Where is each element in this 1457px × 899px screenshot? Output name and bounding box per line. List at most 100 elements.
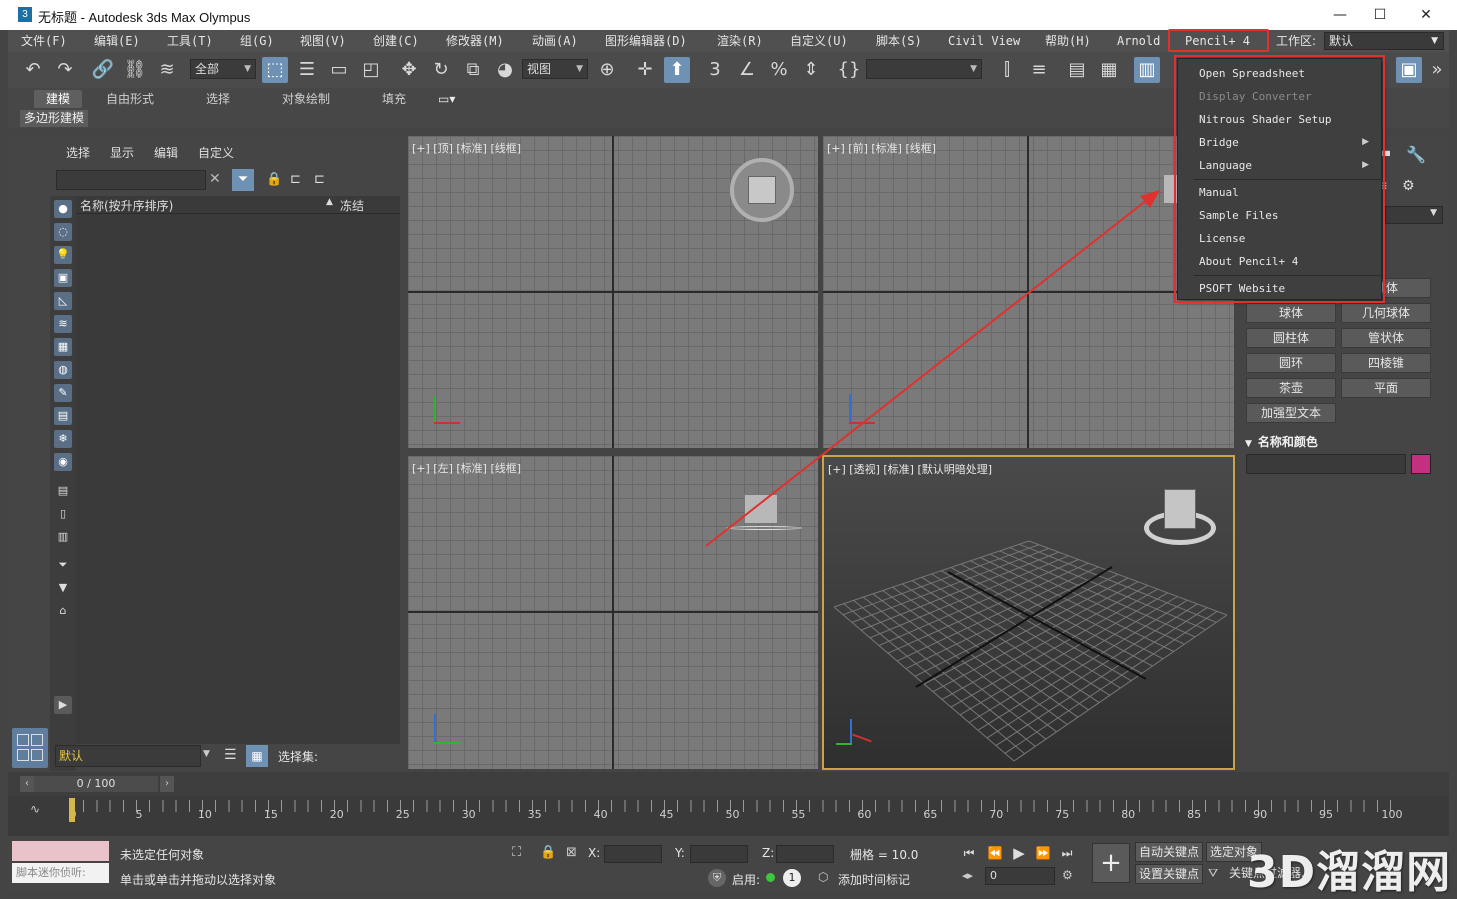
undo-icon[interactable]: ↶ [20, 57, 46, 83]
ribbon-tab-modeling[interactable]: 建模 [34, 90, 83, 108]
selection-filter-dropdown[interactable]: 全部 ▼ [190, 59, 256, 79]
select-by-name-icon[interactable]: ☰ [294, 57, 320, 83]
tube-button[interactable]: 管状体 [1341, 328, 1431, 348]
menu-animation[interactable]: 动画(A) [532, 30, 578, 52]
play-icon[interactable]: ▶ [1010, 845, 1028, 861]
menu-edit[interactable]: 编辑(E) [94, 30, 140, 52]
chevron-down-icon[interactable]: ▼ [203, 749, 210, 759]
rotate-icon[interactable]: ↻ [428, 57, 454, 83]
filter-icon[interactable]: ⏷ [232, 169, 254, 191]
menu-civil-view[interactable]: Civil View [948, 30, 1020, 52]
auto-key-button[interactable]: 自动关键点 [1135, 842, 1204, 862]
select-object-icon[interactable]: ⬚ [262, 57, 288, 83]
time-config-icon[interactable]: ⚙ [1062, 868, 1073, 882]
spinner-snap-icon[interactable]: ⇕ [798, 57, 824, 83]
workspace-dropdown[interactable]: 默认 ▼ [1324, 32, 1444, 50]
menu-modifiers[interactable]: 修改器(M) [446, 30, 504, 52]
spacewarps-filter-icon[interactable]: ≋ [54, 315, 72, 333]
viewport-top[interactable]: [+] [顶] [标准] [线框] [408, 136, 818, 448]
bind-spacewarp-icon[interactable]: ≋ [154, 57, 180, 83]
name-color-rollout-header[interactable]: ▼ 名称和颜色 [1245, 432, 1440, 452]
next-frame-icon[interactable]: › [160, 776, 174, 792]
object-type-dropdown[interactable]: ▼ [1385, 206, 1443, 224]
named-selection-sets-icon[interactable]: {} [836, 57, 862, 83]
render-frame-icon[interactable]: ▣ [1396, 57, 1422, 83]
link-icon[interactable]: 🔗 [90, 57, 116, 83]
menu-arnold[interactable]: Arnold [1117, 30, 1160, 52]
layers-icon[interactable]: ☰ [224, 747, 237, 763]
cameras-filter-icon[interactable]: ▣ [54, 269, 72, 287]
filter-settings-icon[interactable]: ⏷ [54, 556, 72, 574]
window-crossing-icon[interactable]: ◰ [358, 57, 384, 83]
menu-file[interactable]: 文件(F) [21, 30, 67, 52]
explorer-menu-customize[interactable]: 自定义 [198, 144, 234, 161]
prev-frame-icon[interactable]: ‹ [20, 776, 34, 792]
set-key-plus-icon[interactable]: + [1092, 843, 1130, 883]
layer-dropdown[interactable]: 默认 [55, 745, 201, 767]
object-color-swatch[interactable] [1411, 454, 1431, 474]
polygon-modeling-button[interactable]: 多边形建模 [20, 110, 89, 127]
viewport-top-label[interactable]: [+] [顶] [标准] [线框] [412, 140, 521, 156]
rect-selection-icon[interactable]: ▭ [326, 57, 352, 83]
menu-help[interactable]: 帮助(H) [1045, 30, 1091, 52]
object-name-input[interactable] [1246, 454, 1406, 474]
adaptive-degradation-icon[interactable]: ⛨ [708, 869, 726, 887]
ribbon-tab-populate[interactable]: 填充 [382, 90, 406, 108]
viewport-front[interactable]: [+] [前] [标准] [线框] [823, 136, 1234, 448]
ribbon-tab-selection[interactable]: 选择 [206, 90, 230, 108]
prev-key-icon[interactable]: ⏪ [986, 845, 1004, 861]
explorer-search-input[interactable] [56, 170, 206, 190]
scale-icon[interactable]: ⧉ [460, 57, 486, 83]
xrefs-filter-icon[interactable]: ◍ [54, 361, 72, 379]
explorer-menu-edit[interactable]: 编辑 [154, 144, 178, 161]
layer-explorer-icon[interactable]: ▤ [1064, 57, 1090, 83]
move-icon[interactable]: ✥ [396, 57, 422, 83]
lock-icon[interactable]: 🔒 [266, 172, 282, 187]
add-time-tag-label[interactable]: 添加时间标记 [838, 871, 910, 888]
display-all-icon[interactable]: ▤ [54, 482, 72, 500]
scene-object-list[interactable] [76, 214, 400, 744]
named-selection-dropdown[interactable]: ▼ [866, 59, 982, 79]
curve-editor-icon[interactable]: ∿ [30, 802, 40, 816]
maxscript-listener-input[interactable]: 脚本迷你侦听: [12, 863, 109, 883]
isolate-selection-icon[interactable]: ⛶ [512, 845, 521, 860]
textplus-button[interactable]: 加强型文本 [1246, 403, 1336, 423]
key-mode-icon[interactable]: ◂▸ [962, 869, 973, 882]
viewport-left[interactable]: [+] [左] [标准] [线框] [408, 456, 818, 769]
key-filter-icon[interactable]: ⛛ [1208, 866, 1218, 881]
info-one-icon[interactable]: 1 [783, 869, 801, 887]
display-none-icon[interactable]: ▯ [54, 505, 72, 523]
viewport-layout-icon[interactable] [12, 728, 48, 768]
teapot-button[interactable]: 茶壶 [1246, 378, 1336, 398]
menu-group[interactable]: 组(G) [240, 30, 274, 52]
ribbon-toggle-icon[interactable]: ▦ [1096, 57, 1122, 83]
viewport-front-label[interactable]: [+] [前] [标准] [线框] [827, 140, 936, 156]
gears-icon[interactable]: ⚙ [1402, 178, 1415, 194]
time-slider[interactable]: ‹ › [8, 772, 1449, 796]
viewport-perspective[interactable]: [+] [透视] [标准] [默认明暗处理] [822, 455, 1235, 770]
containers-filter-icon[interactable]: ▤ [54, 407, 72, 425]
time-playhead[interactable] [69, 798, 75, 822]
geosphere-button[interactable]: 几何球体 [1341, 303, 1431, 323]
viewcube-perspective-icon[interactable] [1144, 487, 1216, 549]
reference-coord-dropdown[interactable]: 视图 ▼ [522, 59, 588, 79]
invert-display-icon[interactable]: ▥ [54, 528, 72, 546]
align-icon[interactable]: ≡ [1026, 57, 1052, 83]
scene-explorer-icon[interactable]: ▥ [1134, 57, 1160, 83]
filter-toggle-icon[interactable]: ▼ [54, 579, 72, 597]
unlink-icon[interactable]: ⛓ [122, 57, 148, 83]
pyramid-button[interactable]: 四棱锥 [1341, 353, 1431, 373]
menu-graph-editors[interactable]: 图形编辑器(D) [605, 30, 687, 52]
container-icon[interactable]: ⌂ [54, 602, 72, 620]
x-coordinate-input[interactable] [604, 845, 662, 863]
column-name-header[interactable]: 名称(按升序排序) [80, 197, 173, 214]
keyboard-shortcut-override-icon[interactable]: ⬆ [664, 57, 690, 83]
cylinder-button[interactable]: 圆柱体 [1246, 328, 1336, 348]
time-tag-icon[interactable]: ⬡ [818, 870, 828, 884]
bones-filter-icon[interactable]: ✎ [54, 384, 72, 402]
viewcube-top-icon[interactable] [730, 158, 794, 222]
selection-lock-icon[interactable]: 🔒 [540, 845, 556, 860]
z-coordinate-input[interactable] [776, 845, 834, 863]
redo-icon[interactable]: ↷ [52, 57, 78, 83]
angle-snap-icon[interactable]: ∠ [734, 57, 760, 83]
